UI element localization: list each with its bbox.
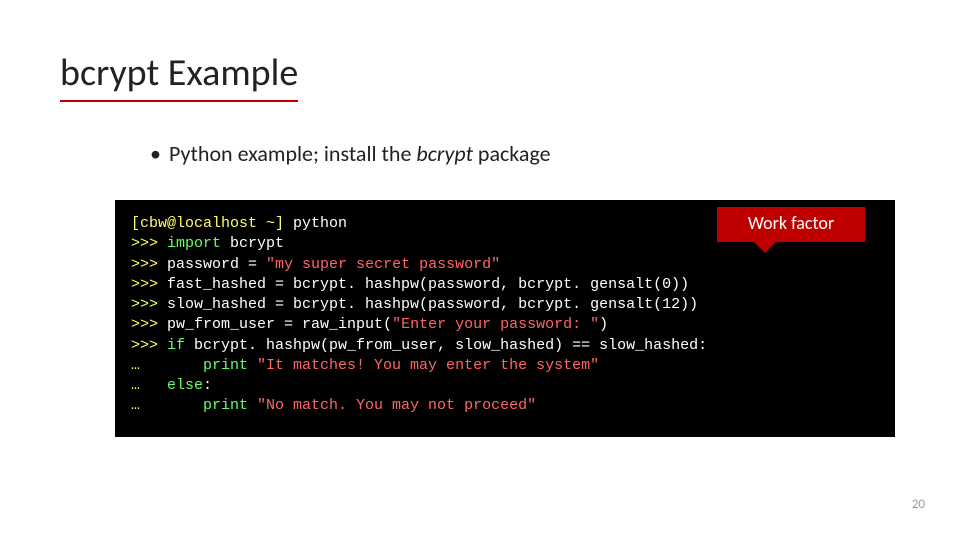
code-line-7: >>> if bcrypt. hashpw(pw_from_user, slow… (131, 336, 879, 356)
code-text: ) (599, 316, 608, 333)
bullet-italic: bcrypt (416, 140, 473, 167)
callout-label: Work factor (717, 207, 865, 242)
bullet-line: • Python example; install the bcrypt pack… (150, 140, 551, 167)
code-text: password = (167, 256, 266, 273)
code-text: slow_hashed = bcrypt. hashpw(password, b… (167, 296, 698, 313)
py-prompt: >>> (131, 296, 167, 313)
string-literal: "It matches! You may enter the system" (257, 357, 599, 374)
py-prompt: >>> (131, 337, 167, 354)
string-literal: "Enter your password: " (392, 316, 599, 333)
py-prompt: >>> (131, 276, 167, 293)
slide-title: bcrypt Example (60, 50, 298, 102)
py-prompt: >>> (131, 316, 167, 333)
cont-prompt: … (131, 397, 203, 414)
bullet-marker: • (150, 140, 161, 167)
code-line-9: … else: (131, 376, 879, 396)
page-number: 20 (912, 497, 925, 512)
code-text: bcrypt. hashpw(pw_from_user, slow_hashed… (194, 337, 707, 354)
cont-prompt: … (131, 357, 203, 374)
keyword: if (167, 337, 194, 354)
keyword: print (203, 357, 257, 374)
code-text: : (203, 377, 212, 394)
bullet-suffix: package (473, 140, 551, 167)
code-text: fast_hashed = bcrypt. hashpw(password, b… (167, 276, 689, 293)
string-literal: "No match. You may not proceed" (257, 397, 536, 414)
string-literal: "my super secret password" (266, 256, 500, 273)
code-line-6: >>> pw_from_user = raw_input("Enter your… (131, 315, 879, 335)
code-text: bcrypt (230, 235, 284, 252)
bullet-prefix: Python example; install the (169, 140, 416, 167)
shell-cmd: python (293, 215, 347, 232)
keyword: import (167, 235, 230, 252)
code-text: pw_from_user = raw_input( (167, 316, 392, 333)
keyword: print (203, 397, 257, 414)
cont-prompt: … (131, 377, 167, 394)
code-line-4: >>> fast_hashed = bcrypt. hashpw(passwor… (131, 275, 879, 295)
keyword: else (167, 377, 203, 394)
py-prompt: >>> (131, 256, 167, 273)
code-line-10: … print "No match. You may not proceed" (131, 396, 879, 416)
code-line-5: >>> slow_hashed = bcrypt. hashpw(passwor… (131, 295, 879, 315)
py-prompt: >>> (131, 235, 167, 252)
shell-prompt: [cbw@localhost ~] (131, 215, 293, 232)
code-line-8: … print "It matches! You may enter the s… (131, 356, 879, 376)
code-line-3: >>> password = "my super secret password… (131, 255, 879, 275)
